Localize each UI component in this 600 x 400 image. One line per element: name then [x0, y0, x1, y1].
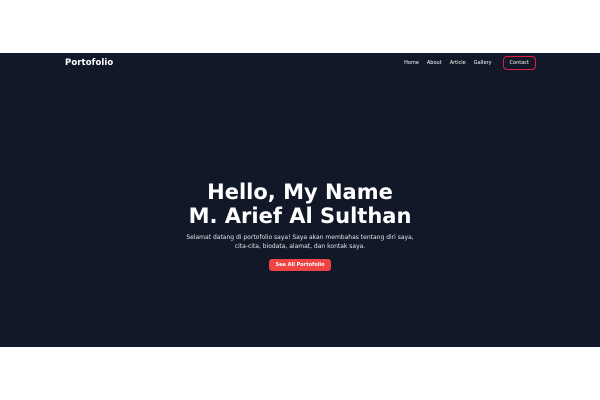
hero-subtitle: Selamat datang di portofolio saya! Saya … — [186, 234, 414, 250]
see-all-portofolio-button[interactable]: See All Portofolio — [269, 259, 331, 271]
hero-section: Portofolio Home About Article Gallery Co… — [0, 53, 600, 347]
nav-link-home[interactable]: Home — [404, 59, 419, 67]
hero-title-line-1: Hello, My Name — [207, 180, 393, 204]
nav-link-gallery[interactable]: Gallery — [474, 59, 492, 67]
hero-title: Hello, My Name M. Arief Al Sulthan — [0, 180, 600, 228]
nav-link-about[interactable]: About — [427, 59, 442, 67]
hero-content: Hello, My Name M. Arief Al Sulthan Selam… — [0, 180, 600, 271]
brand-logo[interactable]: Portofolio — [65, 58, 113, 69]
page: Portofolio Home About Article Gallery Co… — [0, 0, 600, 400]
navbar: Portofolio Home About Article Gallery Co… — [0, 53, 600, 73]
nav-links: Home About Article Gallery Contact — [404, 56, 536, 70]
nav-link-article[interactable]: Article — [450, 59, 466, 67]
hero-title-line-2: M. Arief Al Sulthan — [188, 204, 412, 228]
contact-button[interactable]: Contact — [502, 56, 536, 70]
